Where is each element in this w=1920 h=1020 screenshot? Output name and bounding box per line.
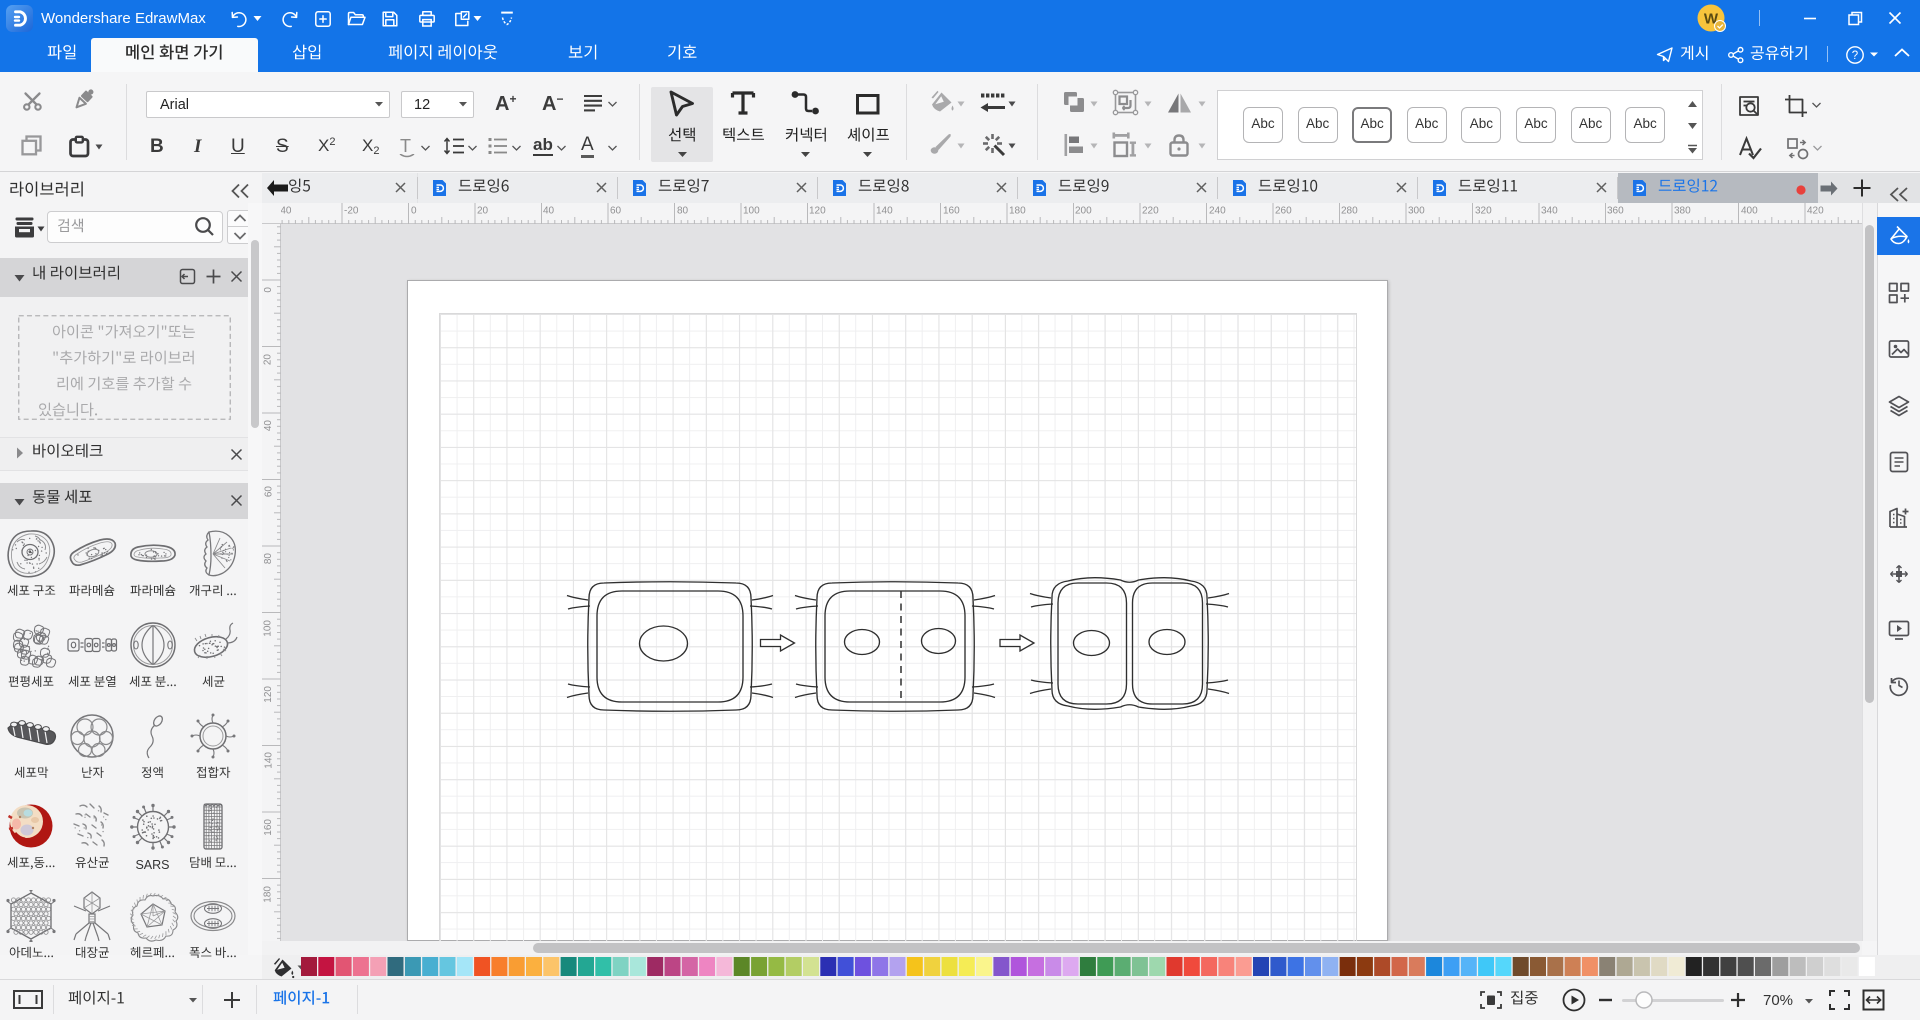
svg-text:240: 240: [1209, 206, 1226, 217]
svg-text:60: 60: [264, 486, 275, 498]
svg-text:40: 40: [263, 420, 274, 432]
svg-text:380: 380: [1674, 206, 1691, 217]
svg-text:20: 20: [263, 354, 274, 366]
svg-text:340: 340: [1541, 206, 1558, 217]
svg-text:360: 360: [1607, 206, 1624, 217]
svg-text:-40: -40: [281, 206, 292, 217]
svg-text:260: 260: [1275, 206, 1292, 217]
svg-text:80: 80: [677, 206, 689, 217]
svg-text:20: 20: [477, 206, 489, 217]
svg-text:-20: -20: [344, 206, 359, 217]
svg-text:300: 300: [1408, 206, 1425, 217]
svg-text:40: 40: [543, 206, 555, 217]
svg-text:160: 160: [263, 819, 274, 836]
svg-text:0: 0: [263, 287, 274, 293]
svg-text:60: 60: [610, 206, 622, 217]
svg-text:100: 100: [263, 620, 274, 637]
svg-text:100: 100: [743, 206, 760, 217]
svg-text:140: 140: [264, 752, 275, 769]
svg-text:320: 320: [1475, 206, 1492, 217]
svg-text:0: 0: [411, 206, 417, 217]
svg-text:140: 140: [876, 206, 893, 217]
svg-text:220: 220: [1142, 206, 1159, 217]
svg-text:280: 280: [1341, 206, 1358, 217]
svg-text:120: 120: [263, 686, 274, 703]
svg-text:80: 80: [263, 553, 274, 565]
svg-text:180: 180: [1009, 206, 1026, 217]
svg-text:400: 400: [1741, 206, 1758, 217]
svg-text:120: 120: [809, 206, 826, 217]
svg-text:180: 180: [263, 886, 274, 903]
svg-text:200: 200: [1075, 206, 1092, 217]
svg-text:160: 160: [943, 206, 960, 217]
svg-text:420: 420: [1807, 206, 1824, 217]
